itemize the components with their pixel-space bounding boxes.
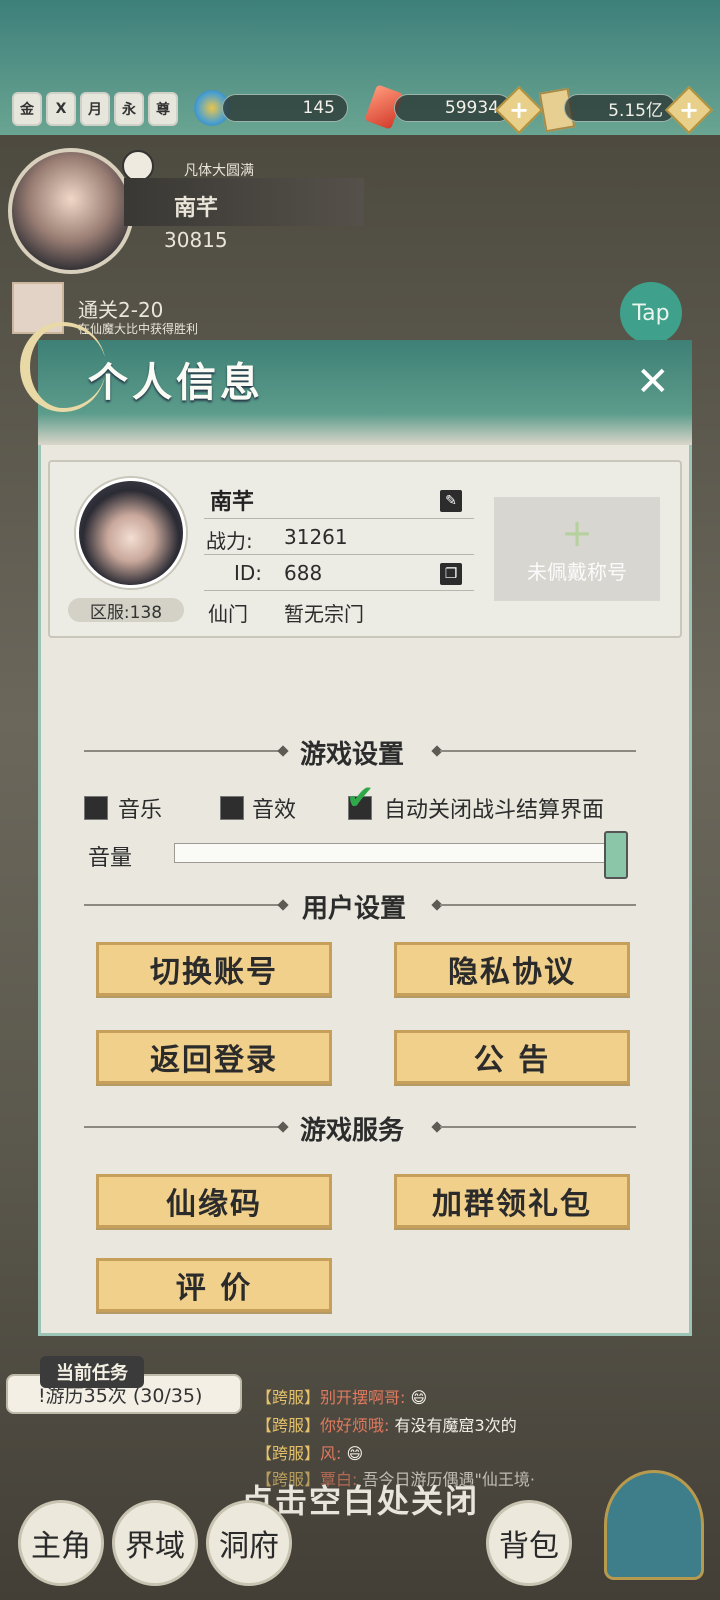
user-settings-heading: 用户设置 [302,894,407,924]
plus-icon: + [561,510,593,555]
gem-counter: 59934 [394,94,512,122]
chat-message: 😄 [410,1388,428,1407]
sect-value: 暂无宗门 [284,602,364,626]
edit-name-icon[interactable]: ✎ [440,490,462,512]
immortal-code-button[interactable]: 仙缘码 [96,1174,332,1228]
music-label: 音乐 [118,798,163,823]
switch-account-button[interactable]: 切换账号 [96,942,332,996]
id-value: 688 [284,561,323,585]
tap-label: Tap [632,300,670,326]
modal-title: 个人信息 [88,359,264,406]
volume-slider-handle[interactable] [604,831,628,879]
stage-title: 通关2-20 [78,298,164,322]
row-divider [204,590,474,591]
profile-name: 南芊 [210,490,255,515]
section-divider [84,904,280,906]
badge-honor[interactable]: 尊 [148,92,178,126]
chat-channel-tag: 【跨服】 [256,1388,321,1407]
game-settings-heading: 游戏设置 [300,740,405,770]
volume-label: 音量 [88,846,133,871]
section-divider [440,904,636,906]
chat-message: 😄 [346,1444,364,1463]
row-divider [204,518,474,519]
privacy-policy-button[interactable]: 隐私协议 [394,942,630,996]
background-player-power: 30815 [164,228,228,252]
chat-sender: 风: [320,1444,342,1463]
music-checkbox[interactable] [84,796,108,820]
section-divider [440,750,636,752]
realm-label: 凡体大圆满 [184,163,254,179]
title-slot-button[interactable]: + 未佩戴称号 [494,497,660,601]
close-button[interactable]: ✕ [636,362,670,402]
tap-button[interactable]: Tap [620,282,682,344]
energy-counter: 145 [222,94,348,122]
chat-channel-tag: 【跨服】 [256,1416,321,1435]
chat-channel-tag: 【跨服】 [256,1444,321,1463]
stage-subtitle: 在仙魔大比中获得胜利 [78,322,199,336]
section-divider [84,1126,280,1128]
section-divider [84,750,280,752]
row-divider [204,554,474,555]
title-slot-label: 未佩戴称号 [527,559,627,584]
nav-bag[interactable]: 背包 [486,1500,572,1586]
chat-line: 【跨服】风: 😄 [256,1440,363,1464]
current-task-label: 当前任务 [40,1356,144,1388]
announcement-button[interactable]: 公 告 [394,1030,630,1084]
badge-forever[interactable]: 永 [114,92,144,126]
chat-sender: 别开摆啊哥: [320,1388,406,1407]
chat-sender: 你好烦哦: [320,1416,390,1435]
badge-gold[interactable]: 金 [12,92,42,126]
sound-checkbox[interactable] [220,796,244,820]
checkmark-icon: ✔ [346,778,375,818]
chat-line: 【跨服】别开摆啊哥: 😄 [256,1384,427,1408]
background-avatar[interactable] [8,148,134,274]
nav-realm[interactable]: 界域 [112,1500,198,1586]
copy-id-icon[interactable]: ❐ [440,563,462,585]
back-to-login-button[interactable]: 返回登录 [96,1030,332,1084]
join-group-button[interactable]: 加群领礼包 [394,1174,630,1228]
chat-line: 【跨服】你好烦哦: 有没有魔窟3次的 [256,1412,517,1436]
auto-close-label: 自动关闭战斗结算界面 [384,798,605,823]
server-badge: 区服:138 [68,598,184,623]
profile-avatar[interactable] [76,478,186,588]
nav-cave[interactable]: 洞府 [206,1500,292,1586]
section-divider [440,1126,636,1128]
sect-label: 仙门 [208,602,248,626]
power-value: 31261 [284,525,348,549]
volume-slider[interactable] [174,843,612,863]
sound-label: 音效 [252,798,297,823]
name-plate [124,178,364,226]
badge-x[interactable]: X [46,92,76,126]
pavilion-icon[interactable] [604,1470,704,1580]
nav-hero[interactable]: 主角 [18,1500,104,1586]
id-label: ID: [234,561,263,585]
game-services-heading: 游戏服务 [300,1116,405,1146]
chat-message: 有没有魔窟3次的 [394,1416,517,1435]
badge-month[interactable]: 月 [80,92,110,126]
background-player-name: 南芊 [174,196,219,221]
rate-button[interactable]: 评 价 [96,1258,332,1312]
spirit-counter: 5.15亿 [564,94,676,122]
power-label: 战力: [206,529,253,553]
